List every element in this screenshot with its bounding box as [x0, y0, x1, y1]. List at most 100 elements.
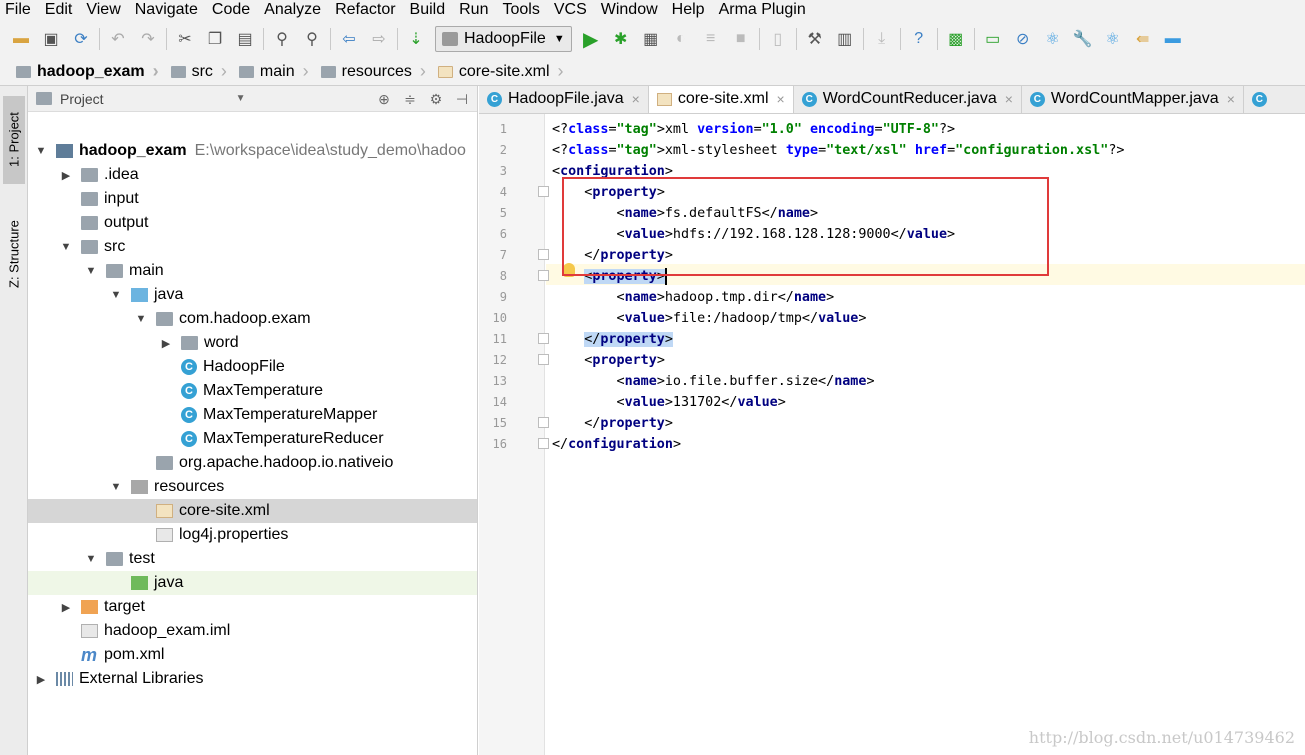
paste-icon[interactable]: ▤ — [234, 28, 256, 50]
menu-vcs[interactable]: VCS — [548, 0, 595, 20]
tree-item[interactable]: ▶ target — [28, 595, 477, 619]
tree-item[interactable]: input — [28, 187, 477, 211]
tree-item[interactable]: C HadoopFile — [28, 355, 477, 379]
redo-icon[interactable]: ↷ — [137, 28, 159, 50]
menu-edit[interactable]: Edit — [39, 0, 81, 20]
undo-icon[interactable]: ↶ — [107, 28, 129, 50]
stop-icon[interactable]: ■ — [730, 28, 752, 50]
chevron-down-icon[interactable]: ▼ — [34, 145, 48, 157]
menu-file[interactable]: File — [0, 0, 39, 20]
tree-item[interactable]: java — [28, 571, 477, 595]
chevron-right-icon[interactable]: ▶ — [34, 673, 48, 686]
download-icon[interactable]: ⤓ — [871, 28, 893, 50]
monitor-icon[interactable]: ▭ — [982, 28, 1004, 50]
open-folder-icon[interactable]: ▬ — [10, 28, 32, 50]
menu-arma-plugin[interactable]: Arma Plugin — [713, 0, 814, 20]
chevron-right-icon[interactable]: ▶ — [59, 169, 73, 182]
sync-icon[interactable]: ⟳ — [70, 28, 92, 50]
chevron-down-icon[interactable]: ▼ — [236, 93, 246, 104]
menu-run[interactable]: Run — [453, 0, 496, 20]
code-line[interactable]: <?class="tag">xml version="1.0" encoding… — [552, 119, 955, 140]
tree-item[interactable]: C MaxTemperatureReducer — [28, 427, 477, 451]
save-icon[interactable]: ▣ — [40, 28, 62, 50]
close-icon[interactable]: × — [632, 91, 640, 107]
menu-code[interactable]: Code — [206, 0, 258, 20]
menu-analyze[interactable]: Analyze — [258, 0, 329, 20]
code-line[interactable]: <?class="tag">xml-stylesheet type="text/… — [552, 140, 1124, 161]
chevron-down-icon[interactable]: ▼ — [109, 289, 123, 301]
chevron-down-icon[interactable]: ▼ — [59, 241, 73, 253]
react-icon[interactable]: ⚛ — [1042, 28, 1064, 50]
tree-item[interactable]: output — [28, 211, 477, 235]
coverage-icon[interactable]: ▦ — [640, 28, 662, 50]
sdk-icon[interactable]: ▩ — [945, 28, 967, 50]
forward-icon[interactable]: ⇨ — [368, 28, 390, 50]
breadcrumb-item[interactable]: src › — [165, 61, 233, 82]
back-icon[interactable]: ⇦ — [338, 28, 360, 50]
tab-wordcountreducer-java[interactable]: C WordCountReducer.java × — [794, 86, 1022, 113]
help-icon[interactable]: ? — [908, 28, 930, 50]
tree-item[interactable]: ▼ test — [28, 547, 477, 571]
gear-icon[interactable]: ⚙ — [427, 90, 445, 108]
tree-item[interactable]: ▶ word — [28, 331, 477, 355]
tab-structure[interactable]: Z: Structure — [3, 206, 25, 302]
collapse-all-icon[interactable]: ≑ — [401, 90, 419, 108]
close-icon[interactable]: × — [1005, 91, 1013, 107]
no-entry-icon[interactable]: ⊘ — [1012, 28, 1034, 50]
menu-refactor[interactable]: Refactor — [329, 0, 403, 20]
project-structure-icon[interactable]: ▥ — [834, 28, 856, 50]
code-line[interactable]: <property> — [552, 350, 665, 371]
breadcrumb-item[interactable]: core-site.xml › — [432, 61, 570, 82]
project-panel-title[interactable]: Project — [60, 91, 104, 107]
run-configuration-select[interactable]: HadoopFile ▼ — [435, 26, 572, 52]
build-icon[interactable]: ⇣ — [405, 28, 427, 50]
copy-icon[interactable]: ❐ — [204, 28, 226, 50]
menu-window[interactable]: Window — [595, 0, 666, 20]
breadcrumb-item[interactable]: main › — [233, 61, 315, 82]
tree-item[interactable]: ▼ main — [28, 259, 477, 283]
react-icon[interactable]: ⚛ — [1102, 28, 1124, 50]
deploy-icon[interactable]: ▯ — [767, 28, 789, 50]
menu-help[interactable]: Help — [666, 0, 713, 20]
run-icon[interactable]: ▶ — [580, 28, 602, 51]
close-icon[interactable]: × — [1227, 91, 1235, 107]
code-line[interactable]: </property> — [552, 413, 673, 434]
fold-marker-icon[interactable] — [538, 249, 549, 260]
folder-icon[interactable]: ▬ — [1162, 28, 1184, 50]
find-icon[interactable]: ⚲ — [271, 28, 293, 50]
replace-icon[interactable]: ⚲ — [301, 28, 323, 50]
code-line[interactable]: <name>io.file.buffer.size</name> — [552, 371, 875, 392]
breadcrumb-item[interactable]: resources › — [315, 61, 432, 82]
fold-marker-icon[interactable] — [538, 270, 549, 281]
tree-item[interactable]: ▼ java — [28, 283, 477, 307]
attach-icon[interactable]: ≡ — [700, 28, 722, 50]
tree-item[interactable]: ▼ src — [28, 235, 477, 259]
tab-core-site-xml[interactable]: core-site.xml × — [648, 86, 794, 113]
tree-item[interactable]: org.apache.hadoop.io.nativeio — [28, 451, 477, 475]
tree-item[interactable]: m pom.xml — [28, 643, 477, 667]
tree-item[interactable]: log4j.properties — [28, 523, 477, 547]
menu-tools[interactable]: Tools — [496, 0, 547, 20]
bookmark-back-icon[interactable]: ⇚ — [1132, 28, 1154, 50]
fold-marker-icon[interactable] — [538, 417, 549, 428]
fold-marker-icon[interactable] — [538, 333, 549, 344]
chevron-down-icon[interactable]: ▼ — [84, 553, 98, 565]
chevron-right-icon[interactable]: ▶ — [159, 337, 173, 350]
code-line[interactable]: <value>131702</value> — [552, 392, 786, 413]
tree-item[interactable]: C MaxTemperatureMapper — [28, 403, 477, 427]
settings-icon[interactable]: ⚒ — [804, 28, 826, 50]
debug-icon[interactable]: ✱ — [610, 28, 632, 50]
tree-item[interactable]: ▶ External Libraries — [28, 667, 477, 691]
hide-panel-icon[interactable]: ⊣ — [453, 90, 471, 108]
tree-item[interactable]: hadoop_exam.iml — [28, 619, 477, 643]
code-line[interactable]: </configuration> — [552, 434, 681, 455]
tree-item[interactable]: ▶ .idea — [28, 163, 477, 187]
close-icon[interactable]: × — [777, 91, 785, 107]
menu-view[interactable]: View — [80, 0, 128, 20]
tree-item[interactable]: ▼ resources — [28, 475, 477, 499]
chevron-down-icon[interactable]: ▼ — [109, 481, 123, 493]
menu-build[interactable]: Build — [404, 0, 454, 20]
tree-item[interactable]: ▼ hadoop_exam E:\workspace\idea\study_demo… — [28, 139, 477, 163]
code-line[interactable]: <value>file:/hadoop/tmp</value> — [552, 308, 867, 329]
chevron-down-icon[interactable]: ▼ — [134, 313, 148, 325]
